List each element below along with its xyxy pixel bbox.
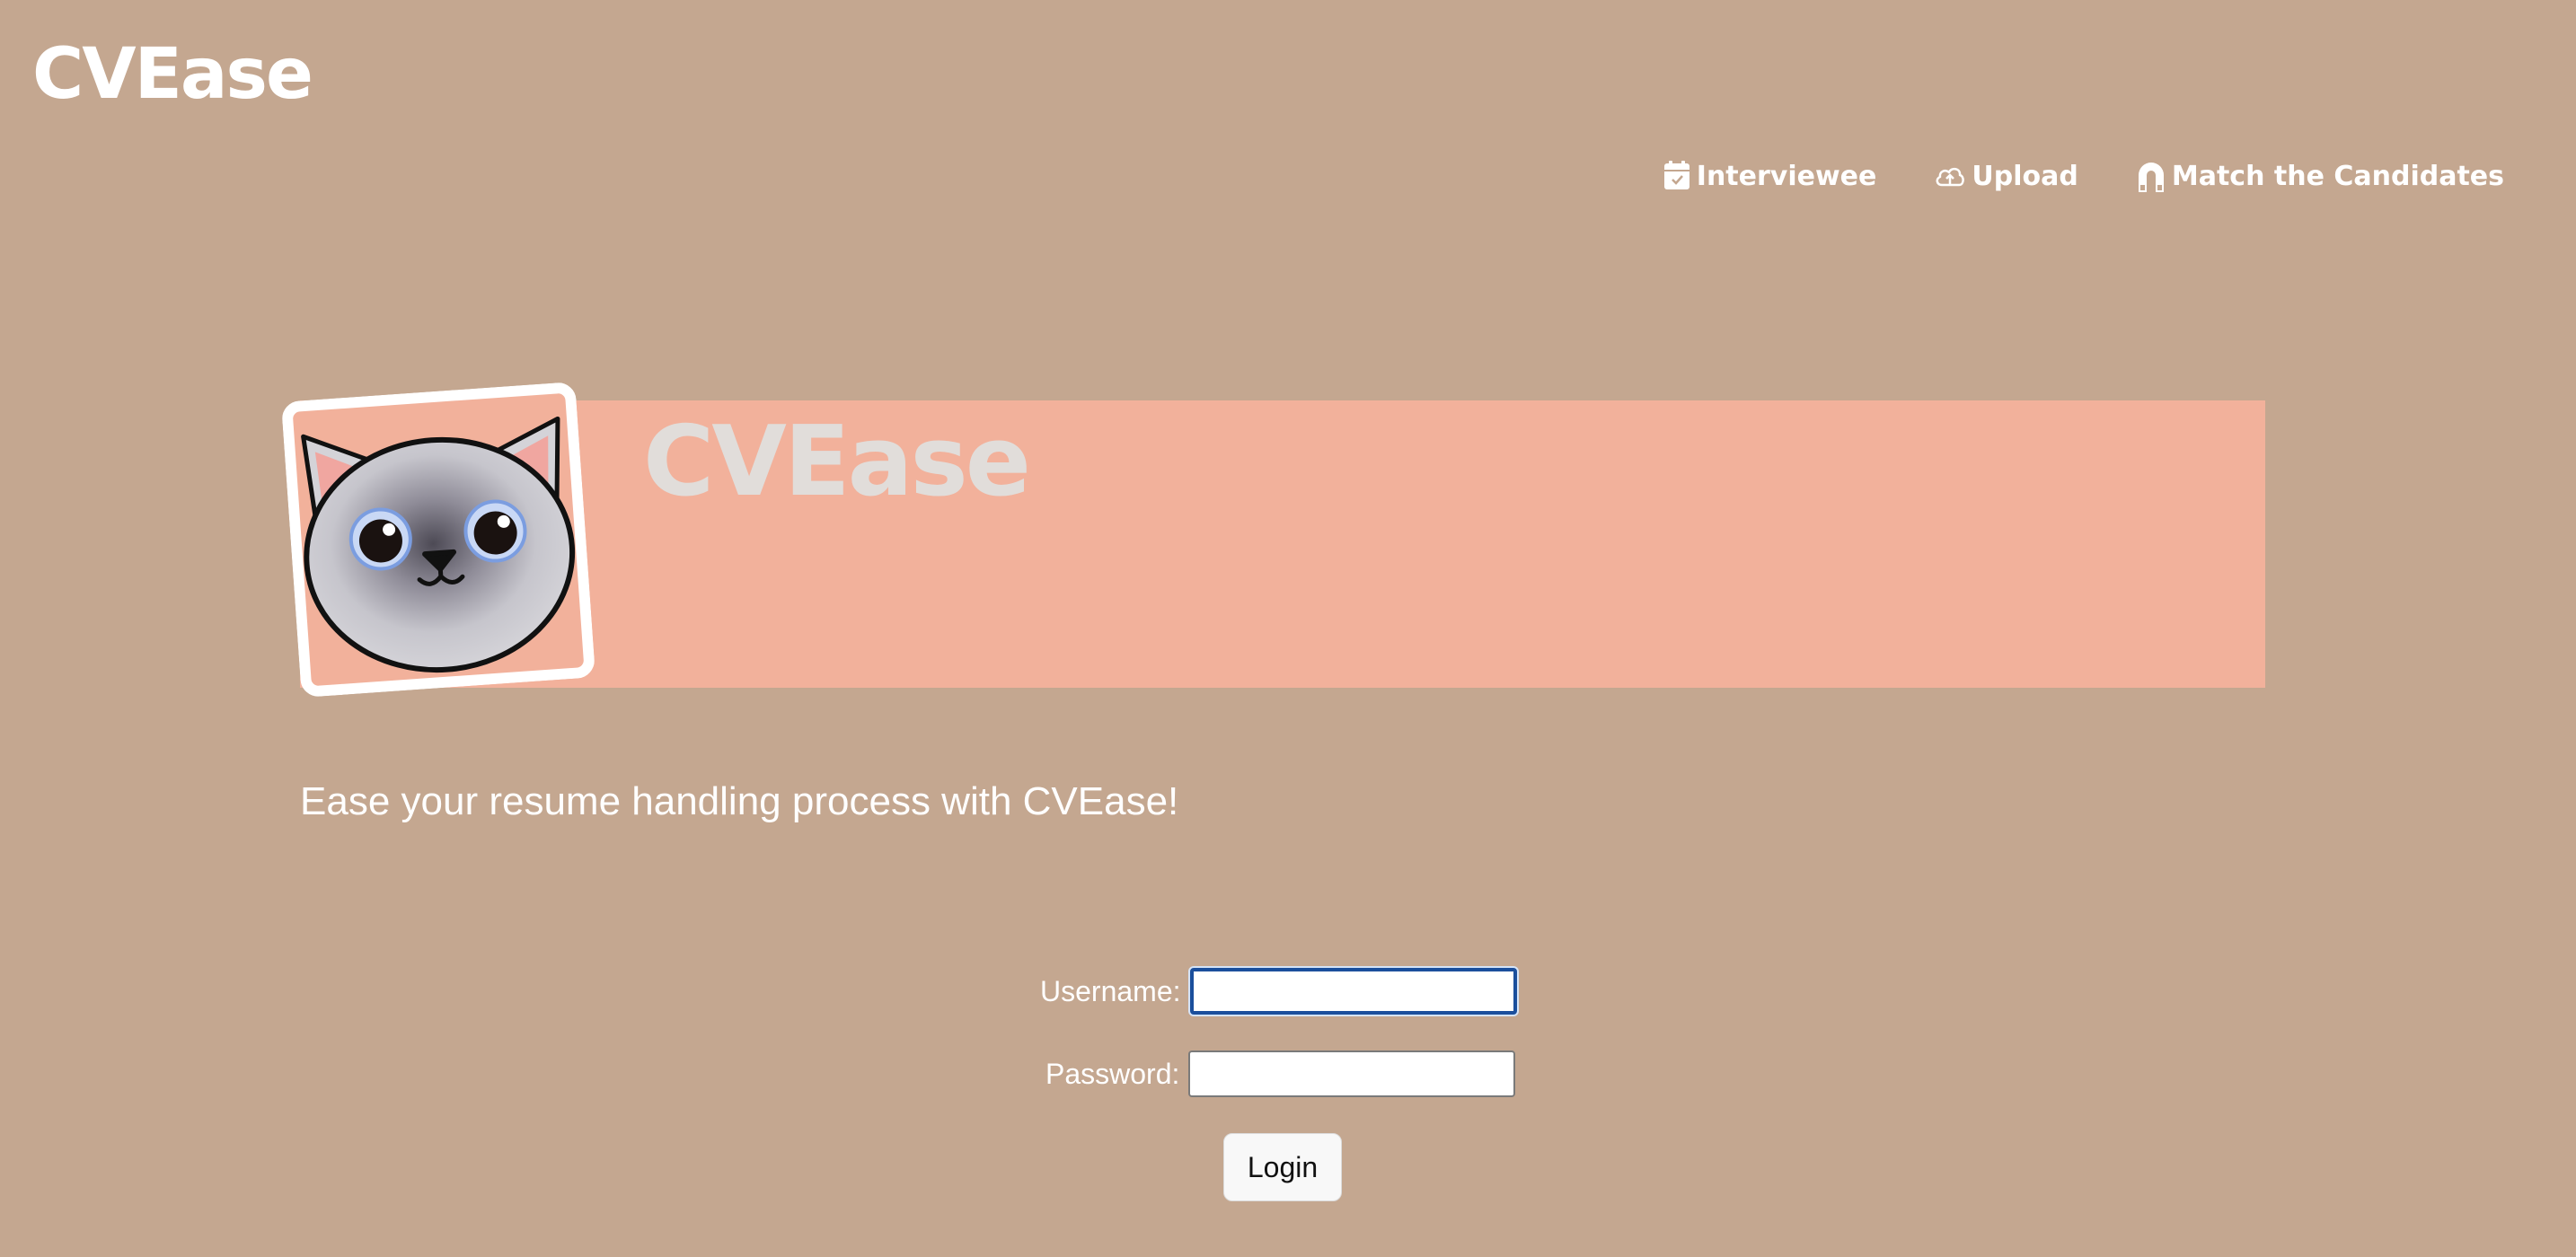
magnet-icon <box>2136 160 2166 192</box>
cat-avatar-image <box>281 382 595 698</box>
login-button[interactable]: Login <box>1223 1133 1342 1201</box>
nav-item-upload[interactable]: Upload <box>1934 161 2078 192</box>
username-label: Username: <box>1040 974 1181 1007</box>
hero-title: CVEase <box>643 406 1031 518</box>
username-row: Username: <box>1040 968 1517 1015</box>
password-label: Password: <box>1045 1057 1180 1090</box>
nav-item-label: Match the Candidates <box>2171 160 2504 192</box>
hero-banner <box>300 400 2265 688</box>
main-nav: Interviewee Upload Match the Candidates <box>1663 160 2504 192</box>
calendar-check-icon <box>1663 161 1691 191</box>
nav-item-label: Interviewee <box>1696 160 1877 192</box>
password-input[interactable] <box>1188 1050 1516 1097</box>
nav-item-match[interactable]: Match the Candidates <box>2136 160 2504 192</box>
cloud-upload-icon <box>1934 163 1966 189</box>
nav-item-interviewee[interactable]: Interviewee <box>1663 160 1877 192</box>
username-input[interactable] <box>1189 968 1517 1015</box>
brand-logo-text[interactable]: CVEase <box>32 40 313 110</box>
password-row: Password: <box>1045 1050 1516 1097</box>
nav-item-label: Upload <box>1972 160 2078 192</box>
tagline-text: Ease your resume handling process with C… <box>300 779 1179 823</box>
